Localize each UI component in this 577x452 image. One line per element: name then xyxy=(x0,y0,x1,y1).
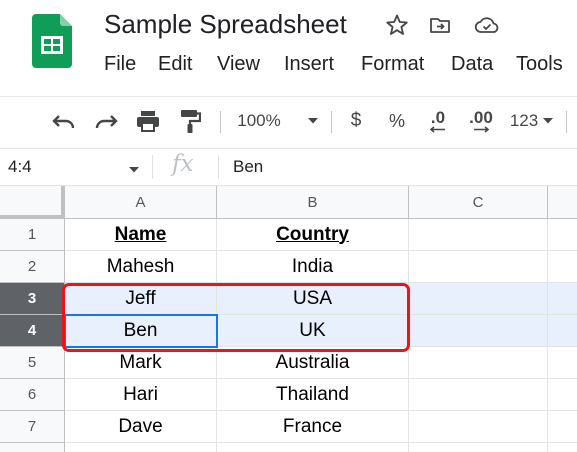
move-to-folder-icon[interactable] xyxy=(427,12,453,38)
cell-c1[interactable] xyxy=(409,219,548,251)
menu-edit[interactable]: Edit xyxy=(158,53,192,76)
cell-c7[interactable] xyxy=(409,411,548,443)
cell-b2[interactable]: India xyxy=(217,251,409,283)
cell-d1[interactable] xyxy=(548,219,577,251)
cell-a2[interactable]: Mahesh xyxy=(65,251,217,283)
spreadsheet-grid: A B C 1 Name Country 2 Mahesh India 3 Je… xyxy=(0,186,577,452)
column-header-a[interactable]: A xyxy=(65,186,217,219)
toolbar-divider xyxy=(220,111,221,133)
select-all-corner[interactable] xyxy=(0,186,65,219)
cloud-saved-icon[interactable] xyxy=(474,12,500,38)
cell-c5[interactable] xyxy=(409,347,548,379)
cell-c6[interactable] xyxy=(409,379,548,411)
redo-icon[interactable] xyxy=(90,105,122,137)
toolbar: 100% $ % .0 .00 123 xyxy=(0,96,577,145)
cell-b8[interactable] xyxy=(217,443,409,452)
menu-tools[interactable]: Tools xyxy=(516,53,563,76)
row-header-4[interactable]: 4 xyxy=(0,315,65,347)
cell-c4[interactable] xyxy=(409,315,548,347)
row-header-7[interactable]: 7 xyxy=(0,411,65,443)
cell-b1[interactable]: Country xyxy=(217,219,409,251)
cell-c3[interactable] xyxy=(409,283,548,315)
cell-a6[interactable]: Hari xyxy=(65,379,217,411)
row-header-8[interactable] xyxy=(0,443,65,452)
formula-bar-divider xyxy=(152,155,153,179)
paint-format-icon[interactable] xyxy=(174,105,206,137)
menu-format[interactable]: Format xyxy=(361,53,424,76)
column-header-next[interactable] xyxy=(548,186,577,219)
zoom-select[interactable]: 100% xyxy=(232,105,324,137)
print-icon[interactable] xyxy=(132,105,164,137)
cell-a7[interactable]: Dave xyxy=(65,411,217,443)
cell-b7[interactable]: France xyxy=(217,411,409,443)
cell-a1[interactable]: Name xyxy=(65,219,217,251)
cell-d4[interactable] xyxy=(548,315,577,347)
cell-a3[interactable]: Jeff xyxy=(65,283,217,315)
toolbar-divider xyxy=(566,111,567,133)
cell-d3[interactable] xyxy=(548,283,577,315)
zoom-value: 100% xyxy=(237,111,281,130)
row-header-5[interactable]: 5 xyxy=(0,347,65,379)
cell-a4[interactable]: Ben xyxy=(65,315,217,347)
cell-b5[interactable]: Australia xyxy=(217,347,409,379)
decrease-decimal-button[interactable]: .0 xyxy=(421,105,455,137)
arrow-right-icon xyxy=(474,126,489,133)
cell-d7[interactable] xyxy=(548,411,577,443)
cell-d2[interactable] xyxy=(548,251,577,283)
document-title[interactable]: Sample Spreadsheet xyxy=(104,9,347,40)
cell-b6[interactable]: Thailand xyxy=(217,379,409,411)
row-header-6[interactable]: 6 xyxy=(0,379,65,411)
name-box[interactable]: 4:4 xyxy=(8,157,32,177)
google-sheets-icon[interactable] xyxy=(32,14,72,68)
function-icon: fx xyxy=(172,151,194,177)
chevron-down-icon xyxy=(542,112,554,130)
currency-format-button[interactable]: $ xyxy=(342,105,370,137)
row-header-1[interactable]: 1 xyxy=(0,219,65,251)
cell-c8[interactable] xyxy=(409,443,548,452)
chevron-down-icon xyxy=(307,112,319,130)
cell-d5[interactable] xyxy=(548,347,577,379)
arrow-left-icon xyxy=(430,126,445,133)
undo-icon[interactable] xyxy=(48,105,80,137)
cell-c2[interactable] xyxy=(409,251,548,283)
menu-data[interactable]: Data xyxy=(451,53,493,76)
cell-a8[interactable] xyxy=(65,443,217,452)
row-header-3[interactable]: 3 xyxy=(0,283,65,315)
formula-input[interactable]: Ben xyxy=(233,157,263,177)
cell-d6[interactable] xyxy=(548,379,577,411)
percent-format-button[interactable]: % xyxy=(383,105,411,137)
column-header-c[interactable]: C xyxy=(409,186,548,219)
chevron-down-icon[interactable] xyxy=(128,161,140,179)
more-formats-button[interactable]: 123 xyxy=(506,105,558,137)
column-header-b[interactable]: B xyxy=(217,186,409,219)
menu-view[interactable]: View xyxy=(217,53,260,76)
cell-a5[interactable]: Mark xyxy=(65,347,217,379)
formula-bar: 4:4 fx Ben xyxy=(0,148,577,186)
menu-file[interactable]: File xyxy=(104,53,136,76)
formula-bar-divider xyxy=(218,155,219,179)
cell-b3[interactable]: USA xyxy=(217,283,409,315)
increase-decimal-button[interactable]: .00 xyxy=(463,105,499,137)
menu-insert[interactable]: Insert xyxy=(284,53,334,76)
cell-b4[interactable]: UK xyxy=(217,315,409,347)
star-icon[interactable] xyxy=(384,12,410,38)
row-header-2[interactable]: 2 xyxy=(0,251,65,283)
toolbar-divider xyxy=(331,111,332,133)
